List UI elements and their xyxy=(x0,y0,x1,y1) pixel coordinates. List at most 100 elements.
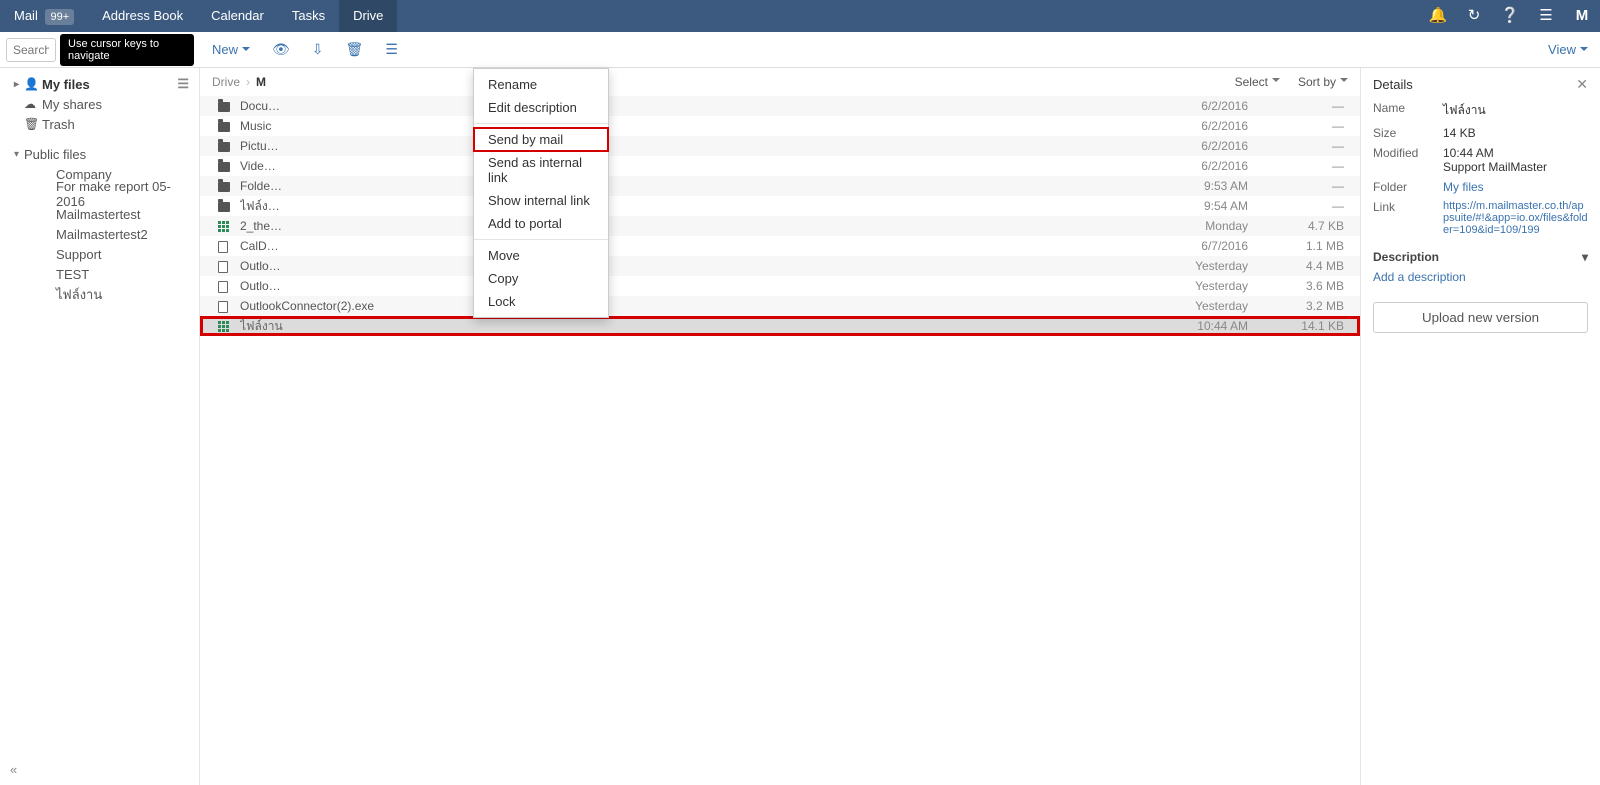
sidebar-item-public-support[interactable]: Support xyxy=(0,244,199,264)
menu-item-send-as-internal-link[interactable]: Send as internal link xyxy=(474,151,608,189)
file-name: Outlo… xyxy=(240,259,1088,273)
file-row[interactable]: Folde…9:53 AM— xyxy=(200,176,1360,196)
file-name: ไฟล์ง… xyxy=(240,197,1088,216)
breadcrumb-current: M xyxy=(256,75,266,89)
file-row[interactable]: ไฟล์งาน10:44 AM14.1 KB xyxy=(200,316,1360,336)
details-link-value[interactable]: https://m.mailmaster.co.th/appsuite/#!&a… xyxy=(1443,200,1588,236)
tab-calendar[interactable]: Calendar xyxy=(197,0,278,32)
tab-tasks[interactable]: Tasks xyxy=(278,0,339,32)
file-row[interactable]: 2_the…Monday4.7 KB xyxy=(200,216,1360,236)
file-name: Music xyxy=(240,119,1088,133)
file-name: Folde… xyxy=(240,179,1088,193)
menu-icon[interactable]: ☰ xyxy=(1528,0,1564,32)
details-modified-time: 10:44 AM xyxy=(1443,146,1494,160)
file-icon xyxy=(218,241,228,253)
details-link-key: Link xyxy=(1373,200,1443,236)
file-date: 6/2/2016 xyxy=(1088,119,1248,133)
menu-item-show-internal-link[interactable]: Show internal link xyxy=(474,189,608,212)
file-date: Monday xyxy=(1088,219,1248,233)
details-name-value: ไฟล์งาน xyxy=(1443,101,1588,120)
tab-mail-label: Mail xyxy=(14,8,38,23)
sidebar-item-my-shares[interactable]: ☁ My shares xyxy=(0,94,199,114)
file-size: 4.7 KB xyxy=(1248,219,1348,233)
folder-icon xyxy=(218,142,230,152)
new-button[interactable]: New xyxy=(212,42,250,57)
file-name: Outlo… xyxy=(240,279,1088,293)
close-icon[interactable]: ✕ xyxy=(1576,76,1588,93)
sidebar-item-trash[interactable]: 🗑 Trash xyxy=(0,114,199,134)
breadcrumb: Drive › M Select Sort by xyxy=(200,68,1360,96)
hamburger-icon[interactable]: ☰ xyxy=(385,41,398,58)
collapse-sidebar-icon[interactable]: « xyxy=(10,762,17,777)
download-icon[interactable]: ⇩ xyxy=(312,41,324,58)
file-size: 3.6 MB xyxy=(1248,279,1348,293)
sidebar-item-public-mailmastertest2[interactable]: Mailmastertest2 xyxy=(0,224,199,244)
add-description-link[interactable]: Add a description xyxy=(1373,270,1588,284)
tab-address-book[interactable]: Address Book xyxy=(88,0,197,32)
menu-item-edit-description[interactable]: Edit description xyxy=(474,96,608,119)
sidebar-item-public-files[interactable]: ▾ Public files xyxy=(0,144,199,164)
sidebar-item-my-files[interactable]: ▸ 👤 My files ☰ xyxy=(0,74,199,94)
spreadsheet-icon xyxy=(218,221,229,232)
upload-new-version-button[interactable]: Upload new version xyxy=(1373,302,1588,333)
main: ▸ 👤 My files ☰ ☁ My shares 🗑 Trash ▾ Pub… xyxy=(0,68,1600,785)
file-date: 9:53 AM xyxy=(1088,179,1248,193)
file-row[interactable]: CalD…6/7/20161.1 MB xyxy=(200,236,1360,256)
logo-icon: M xyxy=(1564,0,1600,32)
file-icon xyxy=(218,261,228,273)
sidebar-item-label: Trash xyxy=(42,117,75,132)
file-area: Drive › M Select Sort by Docu…6/2/2016—M… xyxy=(200,68,1360,785)
chevron-down-icon[interactable]: ▾ xyxy=(1582,250,1588,264)
user-icon: 👤 xyxy=(24,77,42,91)
file-row[interactable]: Music6/2/2016— xyxy=(200,116,1360,136)
file-row[interactable]: OutlookConnector(2).exeYesterday3.2 MB xyxy=(200,296,1360,316)
details-name-key: Name xyxy=(1373,101,1443,120)
menu-item-rename[interactable]: Rename xyxy=(474,73,608,96)
breadcrumb-root[interactable]: Drive xyxy=(212,75,240,89)
file-date: Yesterday xyxy=(1088,279,1248,293)
file-row[interactable]: ไฟล์ง…9:54 AM— xyxy=(200,196,1360,216)
file-icon xyxy=(218,281,228,293)
grip-icon[interactable]: ☰ xyxy=(177,76,189,92)
tab-drive[interactable]: Drive xyxy=(339,0,397,32)
file-row[interactable]: Vide…6/2/2016— xyxy=(200,156,1360,176)
bell-icon[interactable]: 🔔 xyxy=(1420,0,1456,32)
menu-item-copy[interactable]: Copy xyxy=(474,267,608,290)
sidebar-item-public-test[interactable]: TEST xyxy=(0,264,199,284)
sidebar-item-public-for-make-report-05-2016[interactable]: For make report 05-2016 xyxy=(0,184,199,204)
file-name: ไฟล์งาน xyxy=(240,317,1088,336)
sidebar-item-label: Public files xyxy=(24,147,86,162)
file-name: 2_the… xyxy=(240,219,1088,233)
view-button[interactable]: View xyxy=(1548,42,1588,57)
sortby-button[interactable]: Sort by xyxy=(1298,75,1348,89)
top-nav: Mail 99+ Address Book Calendar Tasks Dri… xyxy=(0,0,1600,32)
sidebar-item-public-ไฟล์งาน[interactable]: ไฟล์งาน xyxy=(0,284,199,304)
file-row[interactable]: Outlo…Yesterday4.4 MB xyxy=(200,256,1360,276)
details-modified-key: Modified xyxy=(1373,146,1443,174)
folder-icon xyxy=(218,202,230,212)
refresh-icon[interactable]: ↻ xyxy=(1456,0,1492,32)
details-size-value: 14 KB xyxy=(1443,126,1588,140)
tab-mail[interactable]: Mail 99+ xyxy=(0,0,88,32)
details-folder-link[interactable]: My files xyxy=(1443,180,1588,194)
file-row[interactable]: Pictu…6/2/2016— xyxy=(200,136,1360,156)
menu-item-add-to-portal[interactable]: Add to portal xyxy=(474,212,608,235)
file-date: 6/2/2016 xyxy=(1088,139,1248,153)
file-size: 3.2 MB xyxy=(1248,299,1348,313)
menu-separator xyxy=(474,123,608,124)
file-date: 6/2/2016 xyxy=(1088,99,1248,113)
file-row[interactable]: Docu…6/2/2016— xyxy=(200,96,1360,116)
menu-item-lock[interactable]: Lock xyxy=(474,290,608,313)
trash-icon[interactable]: 🗑 xyxy=(346,41,364,58)
chevron-right-icon: › xyxy=(246,75,250,89)
spreadsheet-icon xyxy=(218,321,229,332)
file-name: Docu… xyxy=(240,99,1088,113)
menu-item-send-by-mail[interactable]: Send by mail xyxy=(474,128,608,151)
file-row[interactable]: Outlo…Yesterday3.6 MB xyxy=(200,276,1360,296)
menu-item-move[interactable]: Move xyxy=(474,244,608,267)
help-icon[interactable]: ❔ xyxy=(1492,0,1528,32)
eye-icon[interactable]: 👁 xyxy=(272,41,290,58)
search-input[interactable] xyxy=(6,38,56,62)
select-button[interactable]: Select xyxy=(1235,75,1280,89)
folder-icon xyxy=(218,102,230,112)
